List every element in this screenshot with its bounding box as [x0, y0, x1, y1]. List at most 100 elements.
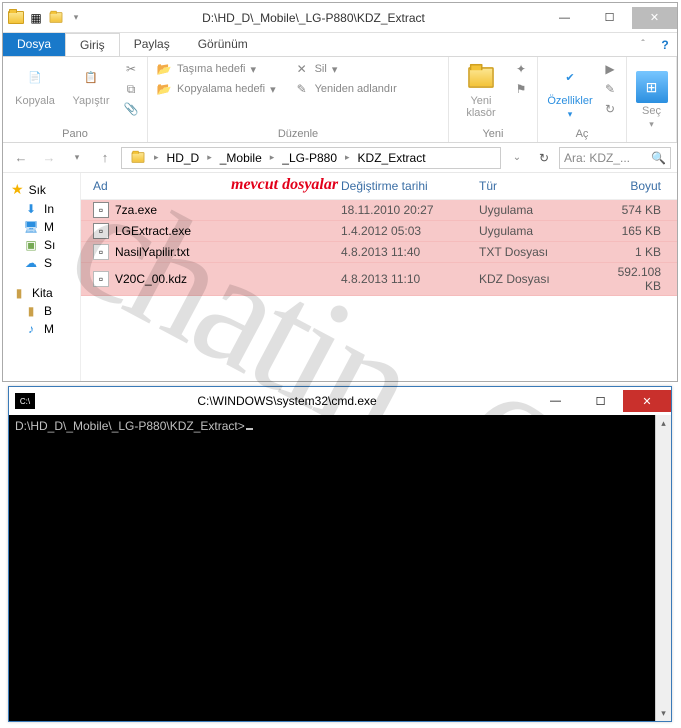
copy-to-button[interactable]: 📂Kopyalama hedefi ▾ [156, 81, 276, 97]
navigation-pane[interactable]: ★Sık ⬇In 🖥M ▣Sı ☁S ▮Kita ▮B ♪M [3, 173, 81, 381]
copy-to-icon: 📂 [156, 81, 172, 97]
delete-button[interactable]: ✕Sil ▾ [294, 61, 397, 77]
collapse-ribbon-icon[interactable]: ˆ [633, 33, 653, 56]
sidebar-item[interactable]: ▣Sı [7, 236, 76, 254]
breadcrumb-seg[interactable]: _Mobile [214, 151, 268, 165]
quick-access-toolbar: ▦ ▾ [3, 9, 85, 27]
col-date[interactable]: Değiştirme tarihi [341, 179, 479, 193]
paste-label: Yapıştır [72, 95, 109, 107]
group-clipboard-label: Pano [11, 126, 139, 140]
file-name: 7za.exe [115, 203, 157, 217]
file-icon: ▫ [93, 271, 109, 287]
copy-label: Kopyala [15, 95, 55, 107]
window-title: D:\HD_D\_Mobile\_LG-P880\KDZ_Extract [85, 11, 542, 25]
file-date: 4.8.2013 11:10 [341, 272, 479, 286]
sidebar-item[interactable]: ⬇In [7, 200, 76, 218]
col-type[interactable]: Tür [479, 179, 599, 193]
file-type: Uygulama [479, 203, 599, 217]
cmd-scrollbar[interactable]: ▴ ▾ [655, 415, 671, 721]
cmd-titlebar[interactable]: C:\ C:\WINDOWS\system32\cmd.exe — ☐ ✕ [9, 387, 671, 415]
select-button[interactable]: ⊞ Seç ▾ [628, 71, 676, 130]
breadcrumb[interactable]: ▸ HD_D▸ _Mobile▸ _LG-P880▸ KDZ_Extract [121, 147, 501, 169]
breadcrumb-dropdown[interactable]: ⌄ [505, 146, 529, 170]
group-open-label: Aç [546, 126, 618, 140]
file-row[interactable]: ▫LGExtract.exe1.4.2012 05:03Uygulama165 … [81, 221, 677, 242]
ribbon-body: 📄 Kopyala 📋 Yapıştır ✂ ⧉ 📎 Pano 📂Taşıma … [3, 57, 677, 143]
copy-path-button[interactable]: ⧉ [123, 81, 139, 97]
cmd-minimize-button[interactable]: — [533, 390, 578, 412]
properties-icon: ✔ [554, 61, 586, 93]
minimize-button[interactable]: — [542, 7, 587, 29]
new-folder-icon[interactable] [47, 9, 65, 27]
sidebar-item[interactable]: ♪M [7, 320, 76, 338]
new-folder-label: Yeni klasör [466, 95, 495, 119]
ribbon-group-organize: 📂Taşıma hedefi ▾ 📂Kopyalama hedefi ▾ ✕Si… [148, 57, 449, 142]
new-folder-icon [465, 61, 497, 93]
sidebar-libraries[interactable]: ▮Kita [7, 284, 76, 302]
sidebar-item[interactable]: 🖥M [7, 218, 76, 236]
copy-path-icon: ⧉ [123, 81, 139, 97]
tab-view[interactable]: Görünüm [184, 33, 262, 56]
tab-share[interactable]: Paylaş [120, 33, 184, 56]
scroll-up-icon[interactable]: ▴ [656, 415, 671, 431]
rename-button[interactable]: ✎Yeniden adlandır [294, 81, 397, 97]
folder-icon [132, 152, 145, 162]
close-button[interactable]: ✕ [632, 7, 677, 29]
easy-access-button[interactable]: ⚑ [513, 81, 529, 97]
qat-dropdown-icon[interactable]: ▾ [67, 9, 85, 27]
sidebar-item[interactable]: ☁S [7, 254, 76, 272]
file-row[interactable]: ▫7za.exe18.11.2010 20:27Uygulama574 KB [81, 200, 677, 221]
back-button[interactable]: ← [9, 146, 33, 170]
cut-icon: ✂ [123, 61, 139, 77]
breadcrumb-seg[interactable]: HD_D [161, 151, 206, 165]
explorer-titlebar[interactable]: ▦ ▾ D:\HD_D\_Mobile\_LG-P880\KDZ_Extract… [3, 3, 677, 33]
paste-button[interactable]: 📋 Yapıştır [67, 61, 115, 107]
select-label: Seç [642, 105, 661, 117]
maximize-button[interactable]: ☐ [587, 7, 632, 29]
tab-file[interactable]: Dosya [3, 33, 65, 56]
file-icon: ▫ [93, 202, 109, 218]
cmd-maximize-button[interactable]: ☐ [578, 390, 623, 412]
properties-icon[interactable]: ▦ [27, 9, 45, 27]
folder-icon [7, 9, 25, 27]
help-icon[interactable]: ? [653, 33, 677, 56]
file-row[interactable]: ▫NasilYapilir.txt4.8.2013 11:40TXT Dosya… [81, 242, 677, 263]
move-to-button[interactable]: 📂Taşıma hedefi ▾ [156, 61, 276, 77]
new-item-button[interactable]: ✦ [513, 61, 529, 77]
search-placeholder: Ara: KDZ_... [564, 151, 630, 165]
scroll-down-icon[interactable]: ▾ [656, 705, 671, 721]
new-folder-button[interactable]: Yeni klasör [457, 61, 505, 119]
open-button[interactable]: ▶ [602, 61, 618, 77]
explorer-content: ★Sık ⬇In 🖥M ▣Sı ☁S ▮Kita ▮B ♪M ˆ Ad mevc… [3, 173, 677, 381]
edit-button[interactable]: ✎ [602, 81, 618, 97]
cmd-close-button[interactable]: ✕ [623, 390, 671, 412]
file-row[interactable]: ▫V20C_00.kdz4.8.2013 11:10KDZ Dosyası592… [81, 263, 677, 296]
documents-icon: ▮ [23, 304, 39, 318]
tab-home[interactable]: Giriş [65, 33, 120, 56]
sidebar-item[interactable]: ▮B [7, 302, 76, 320]
recent-dropdown[interactable]: ▾ [65, 146, 89, 170]
cmd-terminal[interactable]: D:\HD_D\_Mobile\_LG-P880\KDZ_Extract> ▴ … [9, 415, 671, 721]
ribbon-tab-strip: Dosya Giriş Paylaş Görünüm ˆ ? [3, 33, 677, 57]
cmd-window-controls: — ☐ ✕ [533, 390, 671, 412]
paste-shortcut-button[interactable]: 📎 [123, 101, 139, 117]
cut-button[interactable]: ✂ [123, 61, 139, 77]
refresh-button[interactable]: ↻ [533, 151, 555, 165]
forward-button[interactable]: → [37, 146, 61, 170]
desktop-icon: 🖥 [23, 220, 39, 234]
properties-button[interactable]: ✔ Özellikler ▾ [546, 61, 594, 120]
sidebar-favorites[interactable]: ★Sık [7, 179, 76, 200]
search-input[interactable]: Ara: KDZ_... 🔍 [559, 147, 671, 169]
cloud-icon: ☁ [23, 256, 39, 270]
col-size[interactable]: Boyut [599, 179, 671, 193]
search-icon: 🔍 [651, 151, 666, 165]
column-headers[interactable]: ˆ Ad mevcut dosyalar Değiştirme tarihi T… [81, 173, 677, 200]
breadcrumb-seg[interactable]: _LG-P880 [276, 151, 343, 165]
up-button[interactable]: ↑ [93, 146, 117, 170]
breadcrumb-seg[interactable]: KDZ_Extract [352, 151, 432, 165]
copy-button[interactable]: 📄 Kopyala [11, 61, 59, 107]
history-button[interactable]: ↻ [602, 101, 618, 117]
window-controls: — ☐ ✕ [542, 7, 677, 29]
file-size: 1 KB [599, 245, 671, 259]
ribbon-group-open: ✔ Özellikler ▾ ▶ ✎ ↻ Aç [538, 57, 627, 142]
